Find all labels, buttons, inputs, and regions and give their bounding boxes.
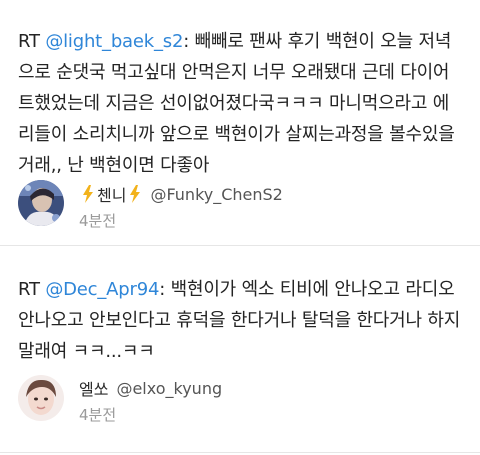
avatar-photo [18, 375, 64, 421]
tweet-body: : 빼빼로 팬싸 후기 백현이 오늘 저녁으로 순댓국 먹고싶대 안먹은지 너무… [18, 31, 455, 176]
avatar[interactable] [18, 375, 64, 421]
divider [0, 452, 480, 453]
author-line: 첸니 @Funky_ChenS2 [79, 182, 283, 206]
display-name[interactable]: 첸니 [97, 182, 126, 206]
user-handle[interactable]: @Funky_ChenS2 [150, 185, 282, 204]
mention-link[interactable]: @Dec_Apr94 [45, 279, 159, 300]
tweet-card[interactable]: RT @Dec_Apr94: 백현이가 엑소 티비에 안나오고 라디오 안나오고… [0, 246, 480, 455]
lightning-bolt-icon [130, 185, 141, 203]
avatar[interactable] [18, 180, 64, 226]
author-line: 엘쏘 @elxo_kyung [79, 376, 222, 400]
retweet-prefix: RT [18, 279, 46, 300]
tweet-meta: 엘쏘 @elxo_kyung 4분전 [79, 376, 222, 425]
avatar-photo [18, 180, 64, 226]
mention-link[interactable]: @light_baek_s2 [45, 31, 183, 52]
user-handle[interactable]: @elxo_kyung [116, 379, 222, 398]
timestamp: 4분전 [79, 212, 117, 230]
tweet-card[interactable]: RT @light_baek_s2: 빼빼로 팬싸 후기 백현이 오늘 저녁으로… [0, 0, 480, 245]
lightning-bolt-icon [83, 185, 93, 203]
timeline-feed: RT @light_baek_s2: 빼빼로 팬싸 후기 백현이 오늘 저녁으로… [0, 0, 480, 455]
timestamp: 4분전 [79, 406, 117, 424]
tweet-meta: 첸니 @Funky_ChenS2 4분전 [79, 182, 283, 231]
tweet-text: RT @Dec_Apr94: 백현이가 엑소 티비에 안나오고 라디오 안나오고… [18, 274, 464, 367]
tweet-text: RT @light_baek_s2: 빼빼로 팬싸 후기 백현이 오늘 저녁으로… [18, 26, 464, 181]
retweet-prefix: RT [18, 31, 46, 52]
display-name[interactable]: 엘쏘 [79, 376, 108, 400]
